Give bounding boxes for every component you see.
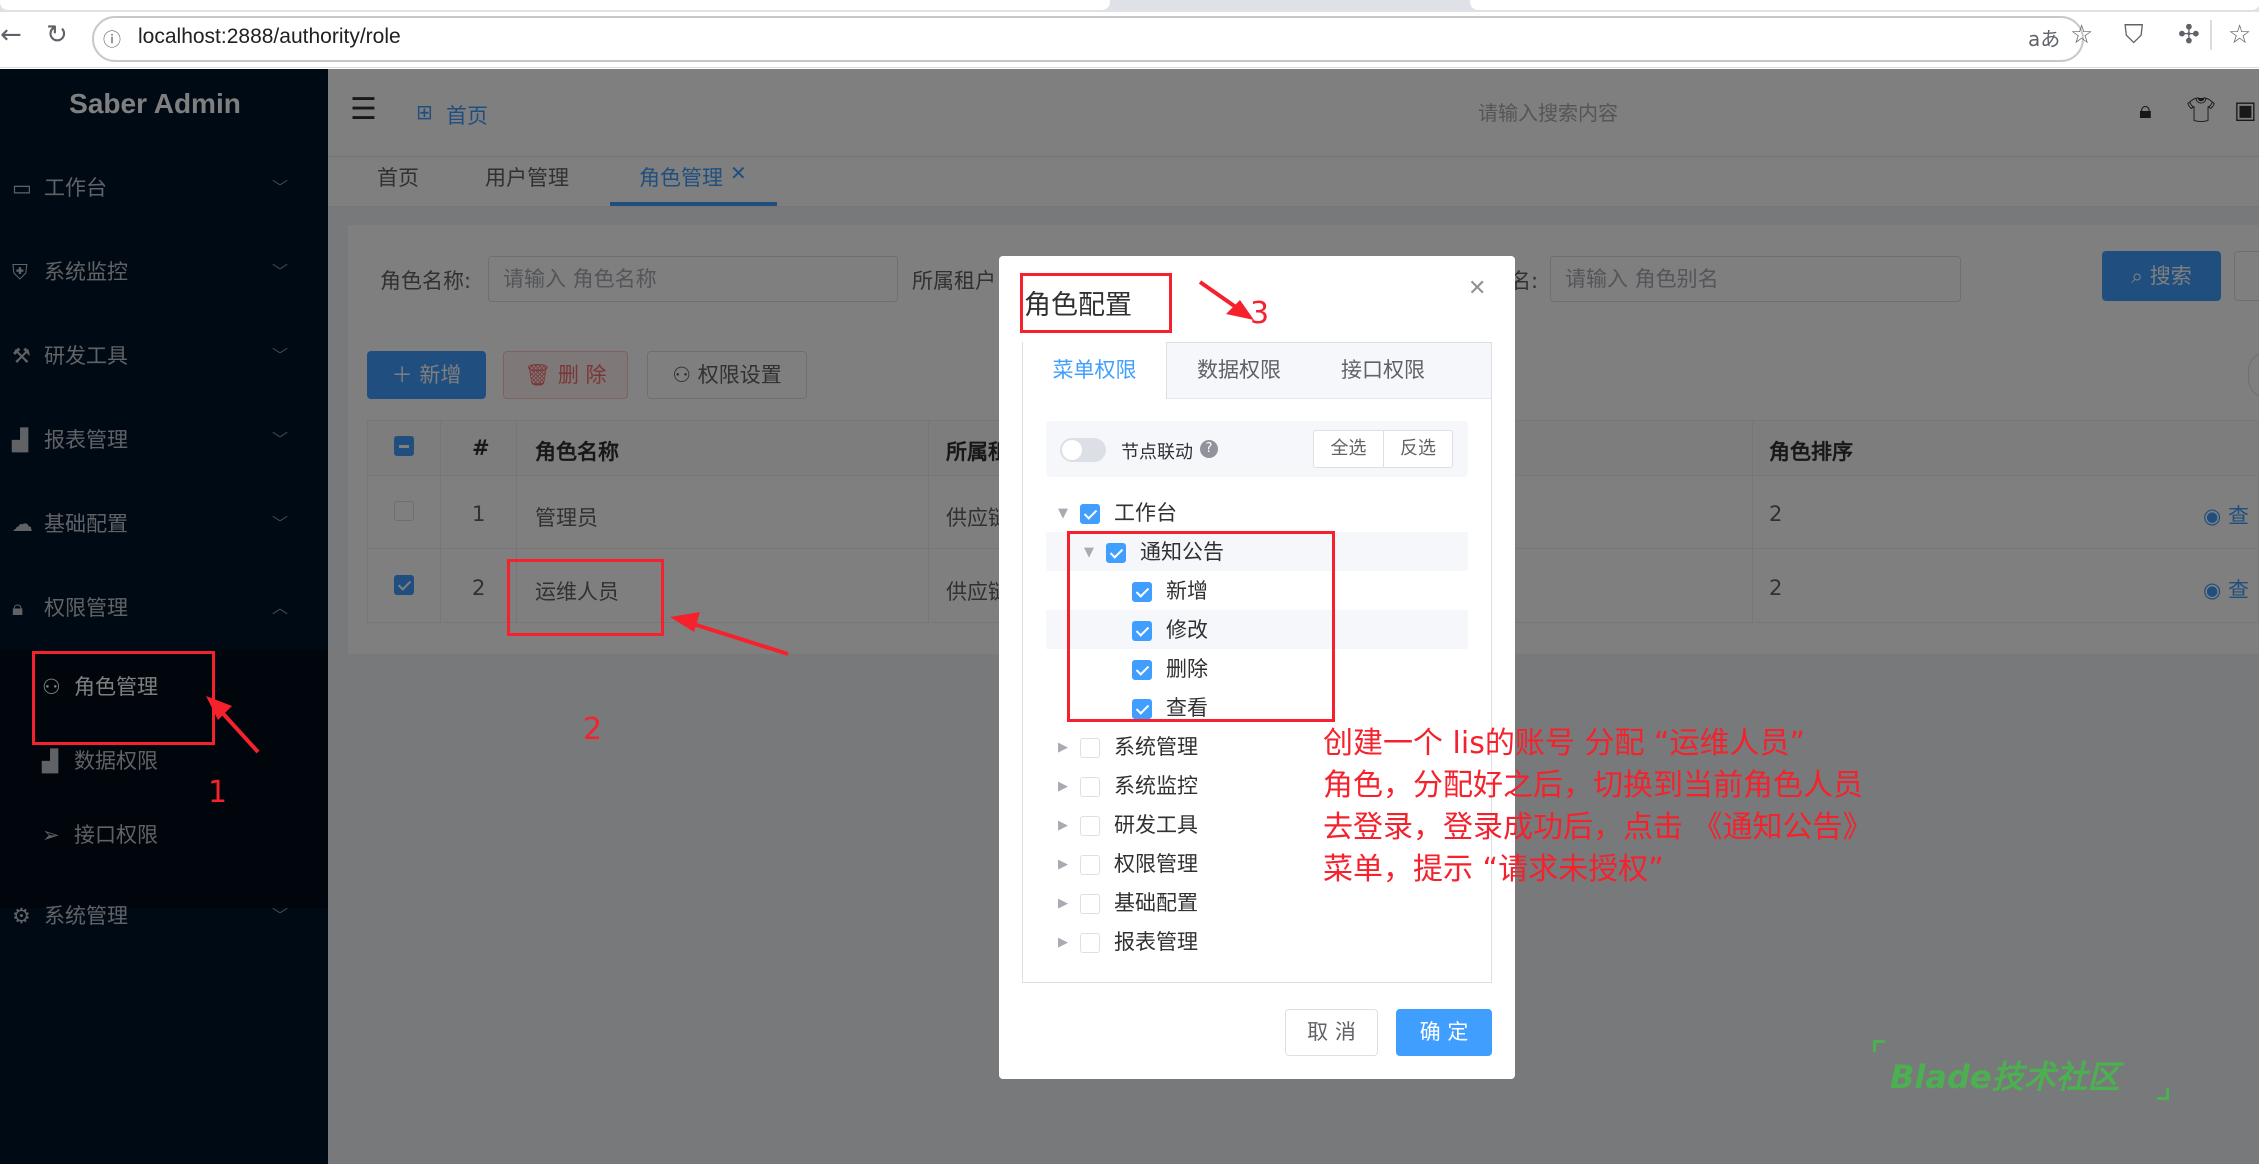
- watermark-bracket: [2157, 1088, 2169, 1100]
- annotation-arrow: [689, 621, 789, 656]
- annotation-line: 创建一个 lis的账号 分配 “运维人员”: [1323, 726, 1805, 761]
- annotation-line: 去登录，登录成功后，点击 《通知公告》: [1323, 810, 1873, 845]
- annotation-arrow: [1198, 280, 1242, 312]
- annotation-line: 菜单，提示 “请求未授权”: [1323, 852, 1664, 887]
- annotation-arrows: [206, 280, 1254, 754]
- annotation-arrowhead: [670, 612, 700, 632]
- watermark: Blade技术社区: [1890, 1058, 2120, 1096]
- watermark-bracket: [1873, 1040, 1885, 1052]
- annotation-note: 创建一个 lis的账号 分配 “运维人员” 角色，分配好之后，切换到当前角色人员…: [1323, 723, 1873, 891]
- annotation-line: 角色，分配好之后，切换到当前角色人员: [1323, 768, 1863, 803]
- annotation-arrow: [216, 706, 260, 754]
